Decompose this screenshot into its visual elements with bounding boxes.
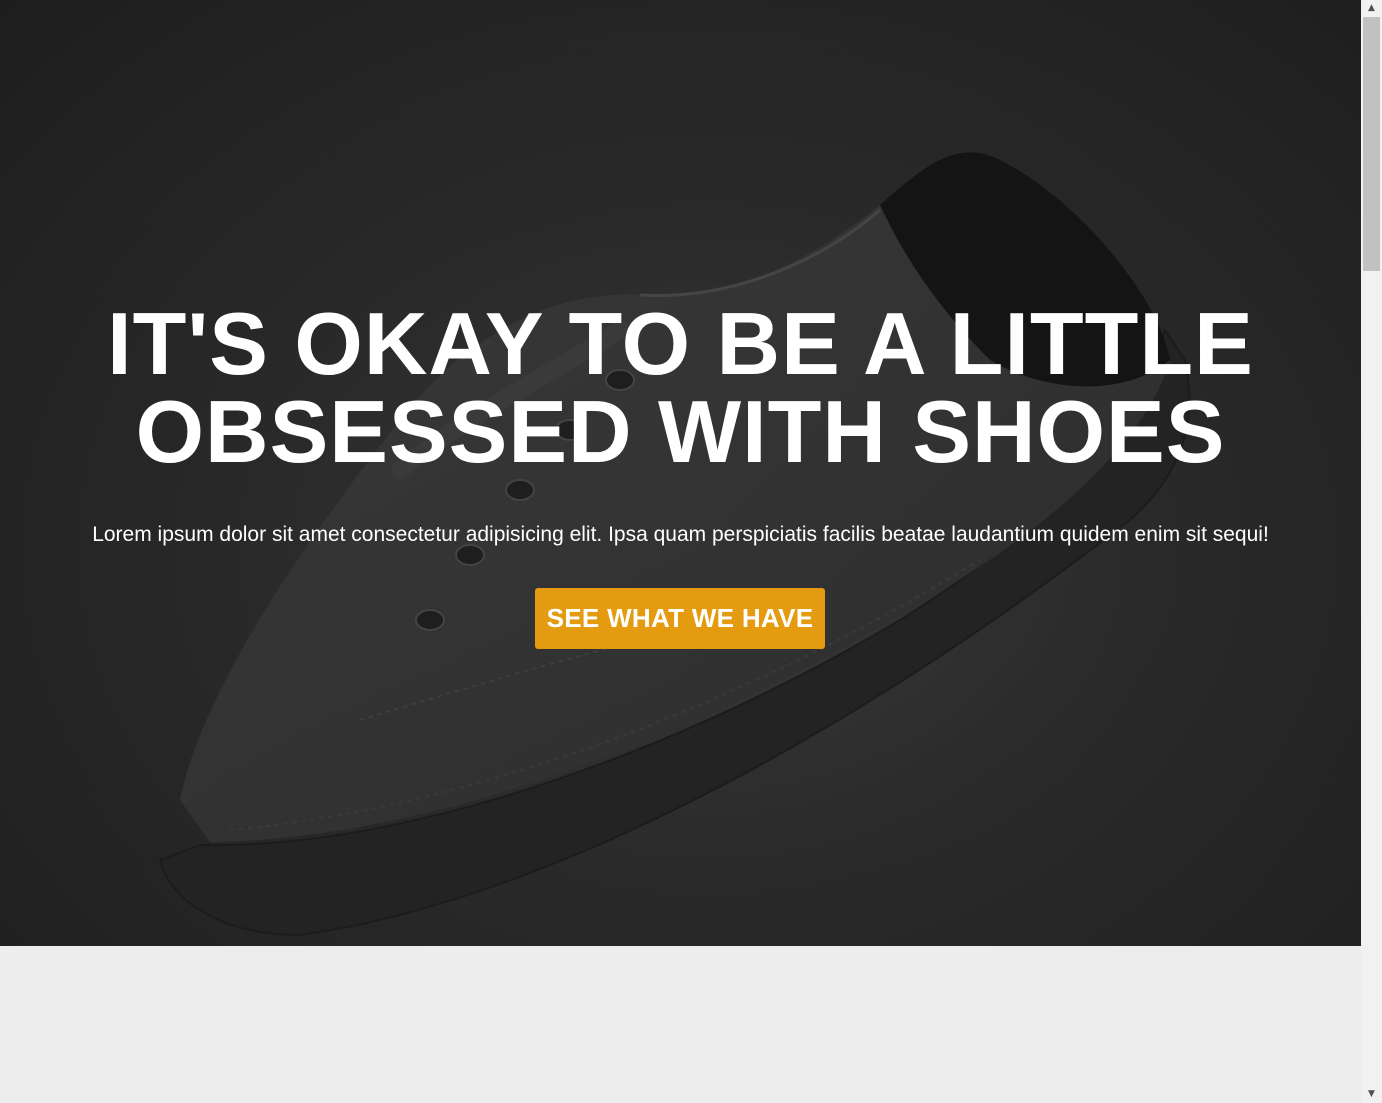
page: IT'S OKAY TO BE A LITTLE OBSESSED WITH S… — [0, 0, 1361, 1103]
hero-content: IT'S OKAY TO BE A LITTLE OBSESSED WITH S… — [0, 0, 1361, 946]
hero-title: IT'S OKAY TO BE A LITTLE OBSESSED WITH S… — [80, 300, 1281, 476]
see-what-we-have-button[interactable]: SEE WHAT WE HAVE — [535, 588, 825, 649]
scrollbar-thumb[interactable] — [1363, 17, 1380, 271]
next-section — [0, 946, 1361, 1103]
hero-title-line-2: OBSESSED WITH SHOES — [135, 382, 1226, 481]
hero-title-line-1: IT'S OKAY TO BE A LITTLE — [107, 294, 1254, 393]
arrow-down-icon[interactable]: ▼ — [1361, 1086, 1382, 1103]
hero-section: IT'S OKAY TO BE A LITTLE OBSESSED WITH S… — [0, 0, 1361, 946]
hero-description: Lorem ipsum dolor sit amet consectetur a… — [92, 523, 1269, 546]
arrow-up-icon[interactable]: ▲ — [1361, 0, 1382, 17]
vertical-scrollbar[interactable]: ▲ ▼ — [1361, 0, 1382, 1103]
